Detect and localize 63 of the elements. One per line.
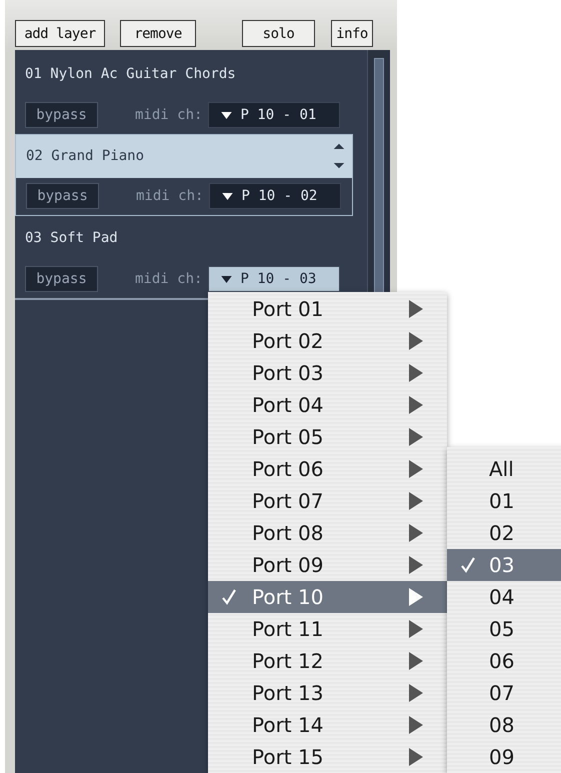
menu-item[interactable]: 04 [447, 581, 561, 613]
menu-item[interactable]: Port 10 [208, 581, 447, 613]
submenu-arrow-icon [408, 620, 424, 638]
layer-name: 01 Nylon Ac Guitar Chords [25, 66, 236, 82]
submenu-arrow-icon [408, 460, 424, 478]
menu-item[interactable]: Port 14 [208, 709, 447, 741]
midi-channel-dropdown[interactable]: P 10 - 01 [208, 102, 340, 128]
bypass-button[interactable]: bypass [25, 102, 98, 128]
caret-icon [222, 192, 234, 200]
midi-channel-label: midi ch: [136, 188, 204, 204]
menu-item[interactable]: Port 13 [208, 677, 447, 709]
submenu-arrow-icon [408, 684, 424, 702]
layer-item[interactable]: 01 Nylon Ac Guitar Chords bypass midi ch: P 10 - 01 [15, 52, 353, 134]
layer-item[interactable]: 02 Grand Piano bypass midi ch: P 10 - 02 [15, 134, 353, 216]
menu-item[interactable]: 07 [447, 677, 561, 709]
toolbar-button[interactable]: remove [120, 20, 196, 47]
submenu-arrow-icon [408, 652, 424, 670]
checkmark-icon [461, 557, 475, 573]
submenu-arrow-icon [408, 716, 424, 734]
midi-channel-label: midi ch: [135, 107, 202, 123]
caret-icon [221, 276, 232, 282]
menu-item[interactable]: Port 04 [208, 389, 447, 421]
toolbar-button[interactable]: info [331, 20, 373, 47]
menu-item[interactable]: Port 07 [208, 485, 447, 517]
submenu-arrow-icon [408, 524, 424, 542]
up-down-arrows-icon[interactable] [332, 142, 346, 170]
midi-channel-label: midi ch: [135, 271, 202, 287]
menu-item[interactable]: 08 [447, 709, 561, 741]
menu-item[interactable]: Port 15 [208, 741, 447, 773]
layer-name: 03 Soft Pad [25, 230, 118, 246]
layer-name: 02 Grand Piano [26, 148, 144, 164]
menu-item[interactable]: Port 11 [208, 613, 447, 645]
submenu-arrow-icon [408, 492, 424, 510]
checkmark-icon [222, 589, 236, 605]
menu-item[interactable]: 01 [447, 485, 561, 517]
menu-item[interactable]: Port 05 [208, 421, 447, 453]
submenu-arrow-icon [408, 556, 424, 574]
menu-item[interactable]: All [447, 453, 561, 485]
submenu-arrow-icon [408, 364, 424, 382]
midi-channel-dropdown[interactable]: P 10 - 03 [208, 266, 340, 292]
menu-item[interactable]: 05 [447, 613, 561, 645]
menu-item[interactable]: 02 [447, 517, 561, 549]
menu-item[interactable]: Port 08 [208, 517, 447, 549]
submenu-arrow-icon [408, 748, 424, 766]
bypass-button[interactable]: bypass [26, 183, 99, 210]
menu-item[interactable]: Port 02 [208, 325, 447, 357]
submenu-arrow-icon [408, 396, 424, 414]
menu-item[interactable]: Port 12 [208, 645, 447, 677]
menu-item[interactable]: Port 06 [208, 453, 447, 485]
submenu-arrow-icon [408, 428, 424, 446]
submenu-arrow-icon [408, 300, 424, 318]
submenu-arrow-icon [408, 332, 424, 350]
bypass-button[interactable]: bypass [25, 266, 98, 292]
menu-item[interactable]: Port 09 [208, 549, 447, 581]
toolbar-button[interactable]: solo [242, 20, 315, 47]
menu-item[interactable]: 09 [447, 741, 561, 773]
caret-icon [221, 112, 232, 118]
toolbar-button[interactable]: add layer [15, 20, 105, 47]
submenu-arrow-icon [408, 588, 424, 606]
menu-item[interactable]: Port 03 [208, 357, 447, 389]
midi-channel-dropdown[interactable]: P 10 - 02 [209, 183, 342, 210]
menu-item[interactable]: 03 [447, 549, 561, 581]
menu-item[interactable]: 06 [447, 645, 561, 677]
